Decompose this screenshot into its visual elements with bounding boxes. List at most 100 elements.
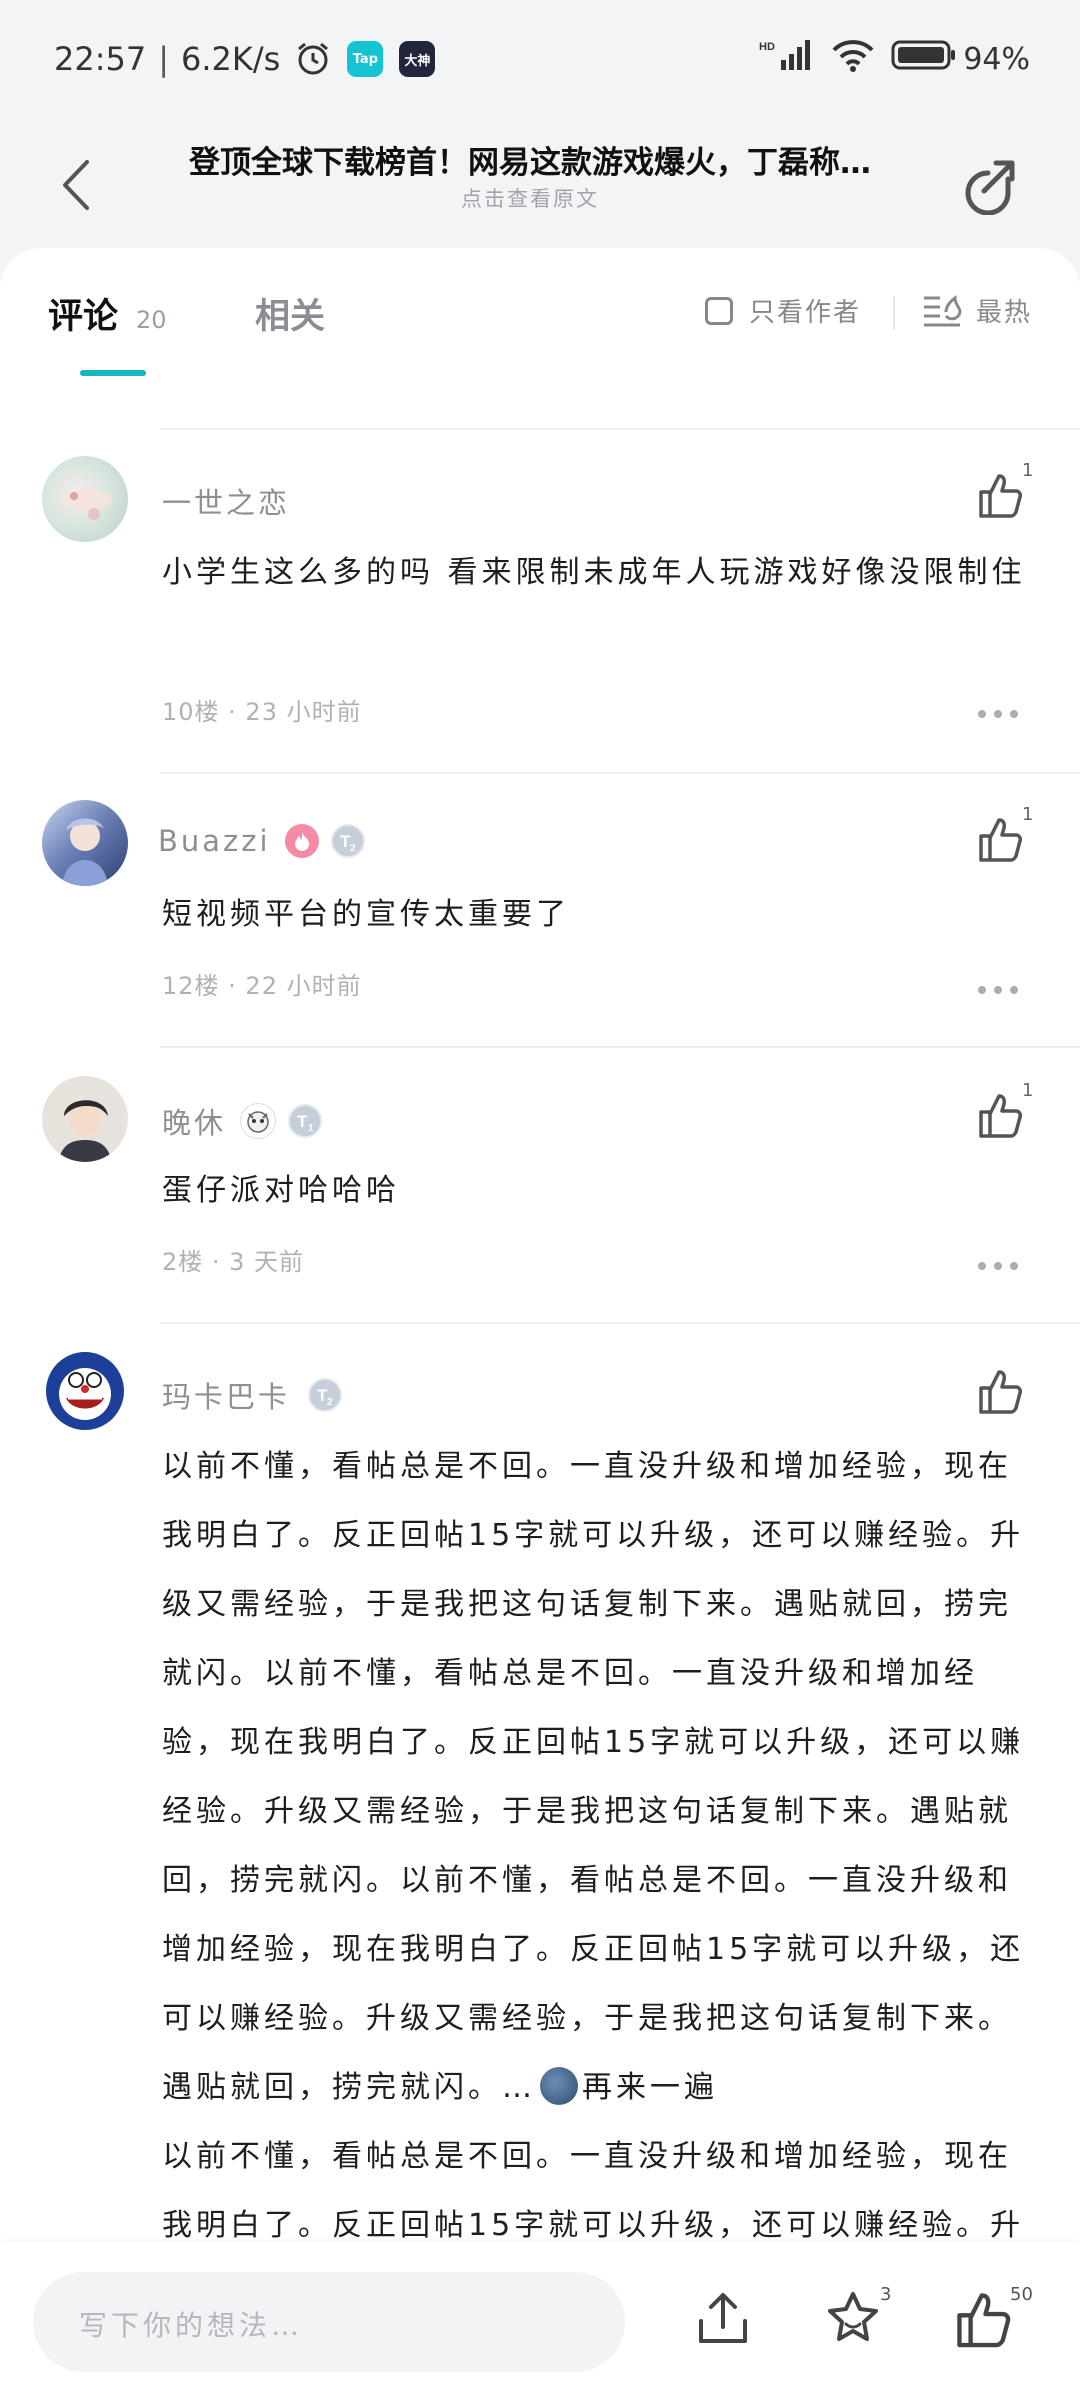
upload-share-icon: [699, 2293, 747, 2343]
comment-text: 小学生这么多的吗 看来限制未成年人玩游戏好像没限制住: [162, 555, 1026, 590]
comment-input-placeholder: 写下你的想法…: [79, 2309, 304, 2342]
level-badge-icon: T2: [308, 1378, 343, 1412]
star-icon: [828, 2292, 878, 2341]
wifi-icon: [831, 38, 875, 80]
dot-icon: [994, 710, 1002, 718]
moon-emoji-icon: [540, 2067, 578, 2105]
dot-icon: [1010, 1262, 1018, 1270]
sort-icon: [924, 294, 962, 326]
battery-icon: [891, 39, 957, 79]
view-original-link[interactable]: 点击查看原文: [140, 183, 920, 213]
sort-label: 最热: [976, 298, 1033, 328]
svg-text:2: 2: [327, 1397, 336, 1408]
tab-bar: 评论 20 相关 只看作者 最热: [0, 248, 1080, 430]
like-button[interactable]: [975, 814, 1025, 864]
thumbs-up-icon: [957, 2293, 1011, 2348]
comment-input[interactable]: 写下你的想法…: [33, 2272, 625, 2372]
more-options-button[interactable]: [978, 1260, 1018, 1272]
divider: [893, 296, 895, 330]
comment-text: 以前不懂，看帖总是不回。一直没升级和增加经验，现在我明白了。反正回帖15字就可以…: [162, 1432, 1042, 2260]
more-options-button[interactable]: [978, 708, 1018, 720]
fire-badge-icon: [284, 824, 319, 858]
comment-author[interactable]: 一世之恋: [162, 480, 290, 522]
like-button[interactable]: [975, 1090, 1025, 1140]
thumbs-up-icon: [979, 1370, 1022, 1414]
divider: [160, 1046, 1080, 1048]
svg-text:1: 1: [308, 1123, 317, 1134]
level-badge-icon: T1: [288, 1104, 323, 1138]
taptap-app-icon: Tap: [346, 40, 384, 78]
thumbs-up-icon: [979, 818, 1022, 862]
battery-percent: 94%: [963, 41, 1030, 77]
chevron-left-icon: [63, 160, 89, 210]
author-name: 晚休: [162, 1106, 227, 1140]
thumbs-up-icon: [979, 1094, 1022, 1138]
dot-icon: [994, 1262, 1002, 1270]
comment-text: 蛋仔派对哈哈哈: [162, 1173, 400, 1208]
signal-icon: HD: [759, 38, 815, 80]
clock: 22:57: [54, 40, 147, 78]
dot-icon: [1010, 710, 1018, 718]
dot-icon: [994, 986, 1002, 994]
comments-card: 评论 20 相关 只看作者 最热 一世之恋 1 小学生这么多的吗 看来限制未成年…: [0, 248, 1080, 2400]
comment-meta: 2楼 · 3 天前: [162, 1248, 305, 1276]
sort-button[interactable]: 最热: [922, 292, 1032, 329]
status-left: 22:57 | 6.2K/s Tap 大神: [54, 40, 436, 78]
bottom-action-bar: 写下你的想法… 3 50: [0, 2242, 1080, 2400]
favorite-button[interactable]: [818, 2284, 888, 2354]
comment-text-body: 以前不懂，看帖总是不回。一直没升级和增加经验，现在我明白了。反正回帖15字就可以…: [162, 1449, 1025, 2105]
divider: [160, 428, 1080, 430]
back-button[interactable]: [46, 145, 106, 225]
network-speed: 6.2K/s: [181, 40, 281, 78]
svg-text:2: 2: [350, 843, 359, 854]
comment-text-body: 以前不懂，看帖总是不回。一直没升级和增加经验，现在我明白了。反正回帖15字就可以…: [162, 2139, 1025, 2243]
avatar[interactable]: [42, 800, 128, 886]
avatar[interactable]: [42, 1076, 128, 1162]
like-count: 1: [1022, 460, 1034, 481]
dashen-app-icon: 大神: [398, 40, 436, 78]
author-name: 一世之恋: [162, 486, 291, 520]
tab-comments-label: 评论: [48, 297, 119, 337]
dot-icon: [978, 986, 986, 994]
author-only-label: 只看作者: [749, 298, 862, 328]
comment-count: 20: [136, 306, 167, 334]
avatar[interactable]: [46, 1352, 124, 1430]
comment-author[interactable]: 晚休 T1: [162, 1100, 323, 1142]
author-name: Buazzi: [158, 824, 271, 858]
more-options-button[interactable]: [978, 984, 1018, 996]
comment-text-tail: 再来一遍: [582, 2070, 718, 2105]
avatar[interactable]: [42, 456, 128, 542]
article-header: 登顶全球下载榜首！网易这款游戏爆火，丁磊称… 点击查看原文: [0, 125, 1080, 250]
tab-related[interactable]: 相关: [255, 288, 325, 339]
alarm-icon: [294, 40, 332, 78]
share-article-button[interactable]: [688, 2284, 758, 2354]
like-button[interactable]: [975, 470, 1025, 520]
dot-icon: [1010, 986, 1018, 994]
active-tab-indicator: [80, 370, 146, 376]
status-bar: 22:57 | 6.2K/s Tap 大神 HD 94%: [0, 0, 1080, 125]
checkbox-icon: [705, 296, 733, 325]
author-only-toggle[interactable]: 只看作者: [705, 292, 861, 329]
tab-comments[interactable]: 评论 20: [48, 288, 167, 339]
dot-icon: [978, 1262, 986, 1270]
status-separator: |: [158, 40, 169, 78]
status-right: HD 94%: [743, 38, 1030, 80]
comment-author[interactable]: 玛卡巴卡 T2: [162, 1374, 343, 1416]
svg-text:HD: HD: [759, 41, 775, 53]
share-icon: [965, 160, 1015, 215]
like-article-button[interactable]: [948, 2284, 1018, 2354]
thumbs-up-icon: [979, 474, 1022, 518]
pet-badge-icon: [240, 1103, 277, 1139]
comment-meta: 10楼 · 23 小时前: [162, 698, 362, 726]
comment-text: 短视频平台的宣传太重要了: [162, 897, 570, 932]
article-title[interactable]: 登顶全球下载榜首！网易这款游戏爆火，丁磊称…: [140, 137, 920, 182]
dot-icon: [978, 710, 986, 718]
like-count: 1: [1022, 1080, 1034, 1101]
comment-author[interactable]: Buazzi T2: [158, 824, 365, 858]
level-badge-icon: T2: [330, 824, 365, 858]
comment-meta: 12楼 · 22 小时前: [162, 972, 362, 1000]
share-button[interactable]: [950, 145, 1030, 225]
like-article-count: 50: [1010, 2284, 1033, 2305]
like-count: 1: [1022, 804, 1034, 825]
like-button[interactable]: [975, 1366, 1025, 1416]
